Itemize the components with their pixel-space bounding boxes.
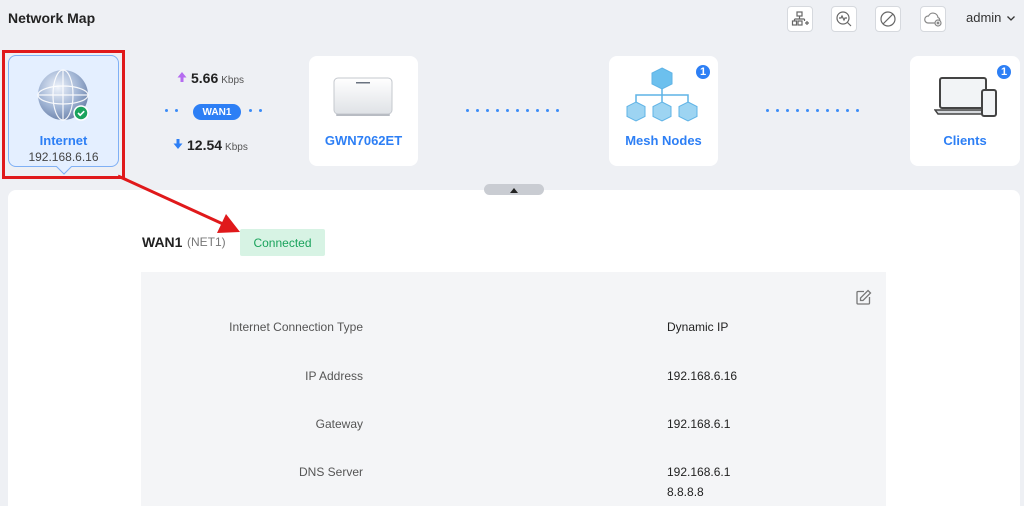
wan-dots-left	[165, 109, 178, 112]
mesh-clients-dots	[766, 109, 859, 112]
mesh-topology-icon	[626, 67, 698, 122]
laptop-phone-icon	[934, 77, 997, 117]
arrow-down-icon	[173, 139, 183, 149]
status-badge: Connected	[240, 229, 325, 256]
wan-info-box: Internet Connection Type Dynamic IP IP A…	[141, 272, 886, 506]
cloud-button[interactable]	[920, 6, 946, 32]
topology-add-icon	[791, 11, 809, 26]
ip-address-label: IP Address	[305, 369, 363, 383]
wan-net: (NET1)	[187, 235, 226, 249]
username: admin	[966, 10, 1002, 25]
collapse-toggle[interactable]	[484, 184, 544, 195]
chevron-down-icon	[1007, 15, 1016, 21]
clients-count-badge: 1	[995, 63, 1013, 81]
edit-icon	[856, 289, 872, 305]
mesh-nodes-card[interactable]: 1 Mesh Nodes	[609, 56, 718, 166]
diagnostics-icon	[836, 11, 852, 27]
router-icon	[333, 77, 393, 116]
wan-dots-right	[249, 109, 262, 112]
wan-pill[interactable]: WAN1	[193, 104, 241, 120]
mesh-label: Mesh Nodes	[625, 133, 702, 148]
wan-title: WAN1	[142, 234, 183, 250]
gateway-label: Gateway	[315, 417, 363, 431]
dns-server-label: DNS Server	[298, 465, 363, 479]
top-bar: Network Map admin	[0, 0, 1024, 40]
page-title: Network Map	[8, 10, 96, 26]
arrow-up-icon	[177, 72, 187, 82]
block-button[interactable]	[875, 6, 901, 32]
diagnostics-button[interactable]	[831, 6, 857, 32]
gateway-value: 192.168.6.1	[667, 417, 731, 431]
connection-type-label: Internet Connection Type	[229, 320, 363, 334]
router-card[interactable]: GWN7062ET	[309, 56, 418, 166]
connection-type-value: Dynamic IP	[667, 320, 729, 334]
topology-add-button[interactable]	[787, 6, 813, 32]
ip-address-value: 192.168.6.16	[667, 369, 738, 383]
block-icon	[880, 11, 896, 27]
mesh-count-badge: 1	[694, 63, 712, 81]
router-label: GWN7062ET	[324, 133, 403, 148]
caret-up-icon	[510, 187, 518, 193]
clients-label: Clients	[943, 133, 987, 148]
cloud-off-icon	[924, 12, 942, 27]
clients-card[interactable]: 1 Clients	[910, 56, 1020, 166]
download-speed: 12.54 Kbps	[172, 137, 248, 153]
edit-button[interactable]	[855, 289, 872, 311]
upload-speed: 5.66 Kbps	[176, 70, 244, 86]
router-mesh-dots	[466, 109, 559, 112]
user-menu[interactable]: admin	[966, 10, 1016, 25]
annotation-highlight-box	[2, 50, 125, 179]
dns-server-value-1: 192.168.6.1	[667, 465, 731, 479]
dns-server-value-2: 8.8.8.8	[667, 485, 704, 499]
